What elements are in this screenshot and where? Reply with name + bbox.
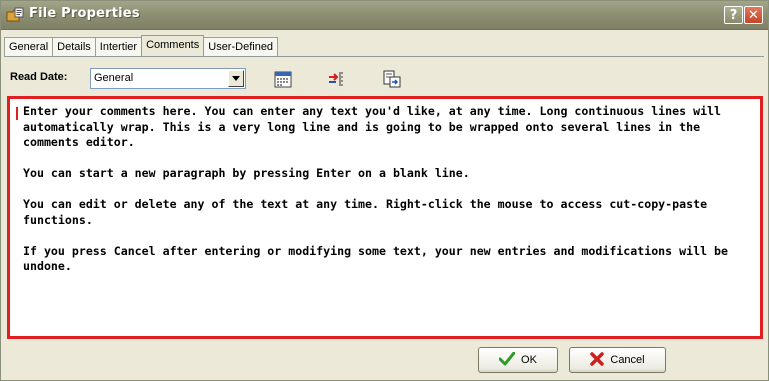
window-title: File Properties	[29, 6, 140, 21]
help-icon: ?	[729, 7, 738, 23]
tab-bar: General Details Intertier Comments User-…	[4, 35, 279, 57]
tab-divider	[4, 56, 764, 57]
tab-comments[interactable]: Comments	[141, 35, 205, 57]
cancel-x-icon	[590, 351, 605, 369]
ok-button[interactable]: OK	[478, 347, 558, 373]
close-icon: ✕	[748, 7, 759, 23]
calendar-icon[interactable]	[273, 69, 293, 89]
folder-properties-icon	[6, 6, 24, 24]
comment-paragraph: If you press Cancel after entering or mo…	[23, 243, 728, 274]
cancel-button[interactable]: Cancel	[569, 347, 666, 373]
tab-details[interactable]: Details	[52, 37, 96, 56]
tab-intertier[interactable]: Intertier	[94, 37, 143, 56]
cancel-label: Cancel	[610, 354, 645, 366]
help-button[interactable]: ?	[724, 6, 743, 24]
ok-label: OK	[521, 354, 537, 366]
close-button[interactable]: ✕	[744, 6, 763, 24]
title-bar[interactable]: File Properties ? ✕	[1, 1, 768, 30]
comment-paragraph: You can edit or delete any of the text a…	[23, 197, 708, 227]
comments-editor[interactable]: Enter your comments here. You can enter …	[7, 96, 763, 339]
tab-general[interactable]: General	[4, 37, 54, 56]
insert-date-icon[interactable]	[327, 69, 347, 89]
paste-icon[interactable]	[382, 69, 402, 89]
comments-text[interactable]: Enter your comments here. You can enter …	[23, 104, 748, 290]
file-properties-window: File Properties ? ✕ General Details Inte…	[0, 0, 769, 381]
chevron-down-icon[interactable]	[228, 70, 244, 87]
comment-paragraph: Enter your comments here. You can enter …	[23, 104, 722, 149]
checkmark-icon	[498, 351, 516, 369]
text-caret	[16, 107, 18, 120]
read-date-select[interactable]: General	[90, 68, 246, 89]
tab-user-defined[interactable]: User-Defined	[203, 37, 279, 56]
read-date-value: General	[94, 72, 134, 84]
read-date-label: Read Date:	[10, 71, 68, 83]
comment-paragraph: You can start a new paragraph by pressin…	[23, 166, 470, 180]
